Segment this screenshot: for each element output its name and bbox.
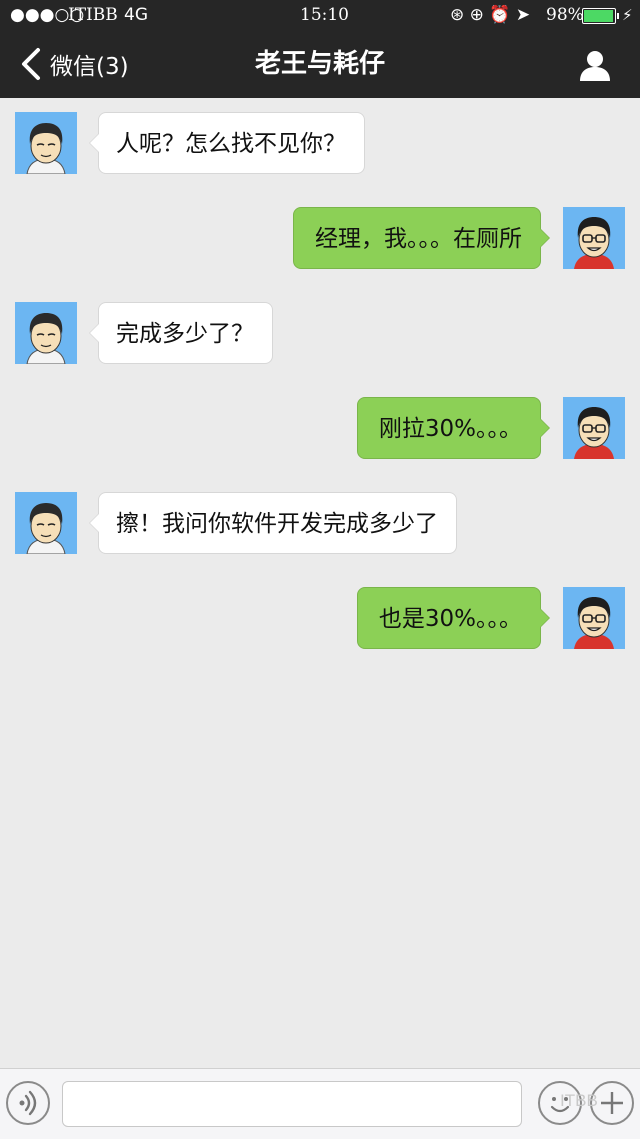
- charging-icon: ⚡: [622, 6, 633, 24]
- voice-icon: [19, 1090, 37, 1116]
- back-button[interactable]: 微信(3): [18, 44, 129, 84]
- my-avatar[interactable]: [563, 587, 625, 649]
- sent-message-bubble[interactable]: 经理，我。。。在厕所: [293, 207, 550, 269]
- contact-avatar[interactable]: [15, 492, 77, 554]
- nav-bar: 微信(3) 老王与耗仔: [0, 30, 640, 98]
- my-avatar[interactable]: [563, 397, 625, 459]
- contact-avatar[interactable]: [15, 112, 77, 174]
- plus-icon: [601, 1092, 623, 1114]
- my-avatar[interactable]: [563, 207, 625, 269]
- battery-icon: [582, 8, 619, 24]
- my-avatar-icon: [563, 397, 625, 459]
- boss-avatar-icon: [15, 302, 77, 364]
- boss-avatar-icon: [15, 492, 77, 554]
- carrier-name: ITIBB: [68, 5, 118, 25]
- my-avatar-icon: [563, 587, 625, 649]
- network-type: 4G: [124, 5, 148, 25]
- received-message-bubble[interactable]: 完成多少了？: [89, 302, 273, 364]
- battery-fill: [584, 10, 613, 22]
- chevron-left-icon: [22, 48, 40, 80]
- voice-input-button[interactable]: [6, 1081, 50, 1125]
- person-icon: [580, 51, 610, 81]
- input-bar: ITBB: [0, 1068, 640, 1139]
- received-message-bubble[interactable]: 人呢？怎么找不见你？: [89, 112, 365, 174]
- sent-message-bubble[interactable]: 刚拉30%。。。: [356, 397, 551, 459]
- status-time: 15:10: [300, 5, 349, 25]
- chat-info-button[interactable]: [578, 48, 612, 82]
- status-bar: ●●●○○ ITIBB 4G 15:10 ⊛ ⊕ ⏰ ➤ 98% ⚡: [0, 0, 640, 30]
- contact-avatar[interactable]: [15, 302, 77, 364]
- sent-message-bubble[interactable]: 也是30%。。。: [356, 587, 551, 649]
- watermark-text: ITBB: [560, 1091, 598, 1110]
- battery-tip: [617, 13, 619, 19]
- top-bar: ●●●○○ ITIBB 4G 15:10 ⊛ ⊕ ⏰ ➤ 98% ⚡ 微信(3)…: [0, 0, 640, 98]
- received-message-bubble[interactable]: 擦！我问你软件开发完成多少了: [89, 492, 457, 554]
- back-button-label: 微信(3): [50, 54, 129, 80]
- boss-avatar-icon: [15, 112, 77, 174]
- my-avatar-icon: [563, 207, 625, 269]
- battery-percent: 98%: [546, 5, 584, 25]
- message-input[interactable]: [62, 1081, 522, 1127]
- message-list[interactable]: 人呢？怎么找不见你？ 经理，我。。。在厕所 完成多少了？ 刚拉30%。。。 擦！…: [0, 98, 640, 1068]
- status-icons: ⊛ ⊕ ⏰ ➤: [450, 5, 531, 25]
